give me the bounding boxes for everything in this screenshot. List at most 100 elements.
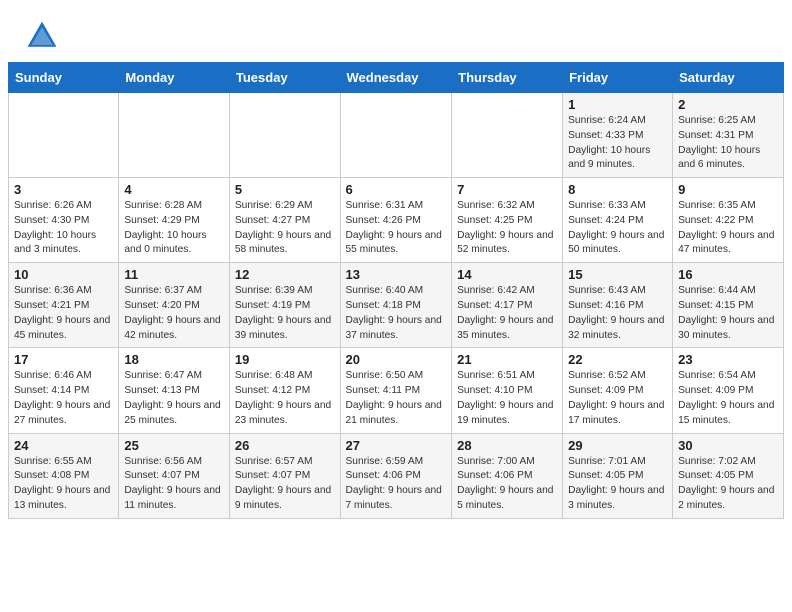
day-info: Sunrise: 6:51 AM Sunset: 4:10 PM Dayligh… [457,369,557,428]
day-info: Sunrise: 6:46 AM Sunset: 4:14 PM Dayligh… [14,369,113,428]
day-info: Sunrise: 7:00 AM Sunset: 4:06 PM Dayligh… [457,455,557,514]
day-cell: 3 Sunrise: 6:26 AM Sunset: 4:30 PM Daylig… [9,178,119,263]
day-cell: 22 Sunrise: 6:52 AM Sunset: 4:09 PM Dayli… [563,348,673,433]
day-number: 21 [457,352,557,367]
day-number: 30 [678,438,778,453]
day-info: Sunrise: 6:43 AM Sunset: 4:16 PM Dayligh… [568,284,667,343]
day-number: 10 [14,267,113,282]
day-cell: 12 Sunrise: 6:39 AM Sunset: 4:19 PM Dayli… [229,263,340,348]
day-cell: 21 Sunrise: 6:51 AM Sunset: 4:10 PM Dayli… [452,348,563,433]
logo-icon [24,18,60,54]
day-info: Sunrise: 6:35 AM Sunset: 4:22 PM Dayligh… [678,199,778,258]
calendar-table: SundayMondayTuesdayWednesdayThursdayFrid… [8,62,784,519]
day-info: Sunrise: 6:59 AM Sunset: 4:06 PM Dayligh… [346,455,447,514]
day-cell: 15Sunrise: 6:43 AM Sunset: 4:16 PM Dayli… [563,263,673,348]
day-info: Sunrise: 6:47 AM Sunset: 4:13 PM Dayligh… [124,369,224,428]
day-info: Sunrise: 6:36 AM Sunset: 4:21 PM Dayligh… [14,284,113,343]
week-row-3: 10 Sunrise: 6:36 AM Sunset: 4:21 PM Dayli… [9,263,784,348]
page-header [0,0,792,62]
day-info: Sunrise: 6:52 AM Sunset: 4:09 PM Dayligh… [568,369,667,428]
day-info: Sunrise: 6:50 AM Sunset: 4:11 PM Dayligh… [346,369,447,428]
day-cell [452,93,563,178]
day-info: Sunrise: 6:25 AM Sunset: 4:31 PM Dayligh… [678,114,778,173]
day-info: Sunrise: 6:24 AM Sunset: 4:33 PM Dayligh… [568,114,667,173]
day-cell: 5 Sunrise: 6:29 AM Sunset: 4:27 PM Daylig… [229,178,340,263]
day-cell: 11 Sunrise: 6:37 AM Sunset: 4:20 PM Dayli… [119,263,230,348]
day-info: Sunrise: 6:42 AM Sunset: 4:17 PM Dayligh… [457,284,557,343]
day-info: Sunrise: 6:28 AM Sunset: 4:29 PM Dayligh… [124,199,224,258]
day-info: Sunrise: 6:44 AM Sunset: 4:15 PM Dayligh… [678,284,778,343]
logo [24,18,66,54]
day-cell: 8Sunrise: 6:33 AM Sunset: 4:24 PM Daylig… [563,178,673,263]
day-cell: 4 Sunrise: 6:28 AM Sunset: 4:29 PM Daylig… [119,178,230,263]
day-info: Sunrise: 6:40 AM Sunset: 4:18 PM Dayligh… [346,284,447,343]
day-cell: 30Sunrise: 7:02 AM Sunset: 4:05 PM Dayli… [673,433,784,518]
day-number: 3 [14,182,113,197]
day-number: 27 [346,438,447,453]
day-number: 7 [457,182,557,197]
day-cell: 14 Sunrise: 6:42 AM Sunset: 4:17 PM Dayli… [452,263,563,348]
day-number: 22 [568,352,667,367]
day-info: Sunrise: 6:48 AM Sunset: 4:12 PM Dayligh… [235,369,335,428]
day-info: Sunrise: 6:54 AM Sunset: 4:09 PM Dayligh… [678,369,778,428]
week-row-5: 24 Sunrise: 6:55 AM Sunset: 4:08 PM Dayli… [9,433,784,518]
day-cell: 6 Sunrise: 6:31 AM Sunset: 4:26 PM Daylig… [340,178,452,263]
day-number: 26 [235,438,335,453]
day-cell: 19 Sunrise: 6:48 AM Sunset: 4:12 PM Dayli… [229,348,340,433]
day-number: 12 [235,267,335,282]
day-cell: 17 Sunrise: 6:46 AM Sunset: 4:14 PM Dayli… [9,348,119,433]
day-cell: 24 Sunrise: 6:55 AM Sunset: 4:08 PM Dayli… [9,433,119,518]
day-info: Sunrise: 6:26 AM Sunset: 4:30 PM Dayligh… [14,199,113,258]
day-number: 28 [457,438,557,453]
day-info: Sunrise: 6:39 AM Sunset: 4:19 PM Dayligh… [235,284,335,343]
col-header-friday: Friday [563,63,673,93]
day-number: 14 [457,267,557,282]
day-cell [119,93,230,178]
day-cell: 9 Sunrise: 6:35 AM Sunset: 4:22 PM Daylig… [673,178,784,263]
day-info: Sunrise: 6:57 AM Sunset: 4:07 PM Dayligh… [235,455,335,514]
calendar-body: 1 Sunrise: 6:24 AM Sunset: 4:33 PM Daylig… [9,93,784,519]
day-number: 1 [568,97,667,112]
week-row-4: 17 Sunrise: 6:46 AM Sunset: 4:14 PM Dayli… [9,348,784,433]
week-row-1: 1 Sunrise: 6:24 AM Sunset: 4:33 PM Daylig… [9,93,784,178]
col-header-wednesday: Wednesday [340,63,452,93]
day-cell: 2 Sunrise: 6:25 AM Sunset: 4:31 PM Daylig… [673,93,784,178]
col-header-monday: Monday [119,63,230,93]
day-number: 16 [678,267,778,282]
day-info: Sunrise: 6:29 AM Sunset: 4:27 PM Dayligh… [235,199,335,258]
day-number: 11 [124,267,224,282]
day-cell: 26 Sunrise: 6:57 AM Sunset: 4:07 PM Dayli… [229,433,340,518]
day-cell: 16 Sunrise: 6:44 AM Sunset: 4:15 PM Dayli… [673,263,784,348]
day-info: Sunrise: 6:32 AM Sunset: 4:25 PM Dayligh… [457,199,557,258]
calendar-header: SundayMondayTuesdayWednesdayThursdayFrid… [9,63,784,93]
day-info: Sunrise: 6:56 AM Sunset: 4:07 PM Dayligh… [124,455,224,514]
col-header-thursday: Thursday [452,63,563,93]
day-number: 6 [346,182,447,197]
day-number: 2 [678,97,778,112]
day-cell: 27 Sunrise: 6:59 AM Sunset: 4:06 PM Dayli… [340,433,452,518]
day-info: Sunrise: 6:33 AM Sunset: 4:24 PM Dayligh… [568,199,667,258]
day-number: 5 [235,182,335,197]
day-info: Sunrise: 6:55 AM Sunset: 4:08 PM Dayligh… [14,455,113,514]
day-cell: 13 Sunrise: 6:40 AM Sunset: 4:18 PM Dayli… [340,263,452,348]
day-number: 4 [124,182,224,197]
day-info: Sunrise: 7:01 AM Sunset: 4:05 PM Dayligh… [568,455,667,514]
day-number: 9 [678,182,778,197]
day-cell: 29 Sunrise: 7:01 AM Sunset: 4:05 PM Dayli… [563,433,673,518]
day-cell: 25Sunrise: 6:56 AM Sunset: 4:07 PM Dayli… [119,433,230,518]
header-row: SundayMondayTuesdayWednesdayThursdayFrid… [9,63,784,93]
day-number: 20 [346,352,447,367]
day-info: Sunrise: 6:31 AM Sunset: 4:26 PM Dayligh… [346,199,447,258]
day-info: Sunrise: 6:37 AM Sunset: 4:20 PM Dayligh… [124,284,224,343]
day-cell [340,93,452,178]
day-cell: 23Sunrise: 6:54 AM Sunset: 4:09 PM Dayli… [673,348,784,433]
day-number: 24 [14,438,113,453]
day-number: 29 [568,438,667,453]
day-number: 19 [235,352,335,367]
day-cell [9,93,119,178]
day-number: 17 [14,352,113,367]
col-header-sunday: Sunday [9,63,119,93]
day-cell [229,93,340,178]
day-cell: 18Sunrise: 6:47 AM Sunset: 4:13 PM Dayli… [119,348,230,433]
day-number: 13 [346,267,447,282]
